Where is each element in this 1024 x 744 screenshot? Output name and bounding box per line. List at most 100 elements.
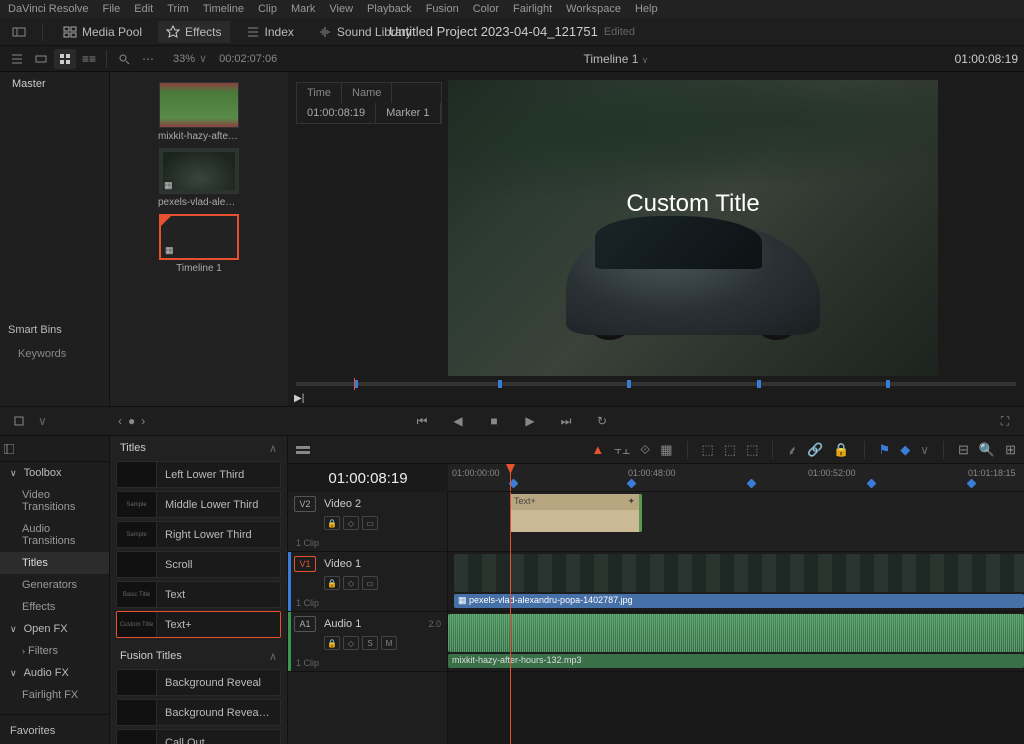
viewer-timecode[interactable]: 01:00:08:19 [955, 52, 1018, 66]
search-icon[interactable] [113, 49, 135, 69]
play-icon[interactable]: ▶ [519, 411, 541, 431]
zoom-value[interactable]: 33% [173, 53, 195, 65]
menu-app[interactable]: DaVinci Resolve [8, 3, 89, 15]
menu-file[interactable]: File [103, 3, 121, 15]
lock-track-icon[interactable]: 🔒 [324, 516, 340, 530]
title-scroll[interactable]: Scroll [116, 551, 281, 578]
clip-video-label[interactable]: ▦ pexels-vlad-alexandru-popa-1402787.jpg [454, 594, 1024, 608]
marker-dot-icon[interactable]: ● [128, 414, 135, 428]
track-lanes[interactable]: Text+✦ ▦ pexels-vlad-alexandru-popa-1402… [448, 492, 1024, 744]
timeline-ruler[interactable]: 01:00:00:00 01:00:48:00 01:00:52:00 01:0… [448, 464, 1024, 492]
title-right-lower-third[interactable]: SampleRight Lower Third [116, 521, 281, 548]
options-icon[interactable]: ⋯ [137, 49, 159, 69]
link-icon[interactable]: 🔗 [807, 442, 823, 458]
menu-workspace[interactable]: Workspace [566, 3, 621, 15]
replace-icon[interactable]: ⬚ [746, 442, 758, 458]
dynamic-trim-icon[interactable]: ⟐ [640, 442, 650, 458]
blade-tool-icon[interactable]: ▦ [660, 442, 672, 458]
effects-tab[interactable]: Effects [158, 21, 229, 43]
tree-filters[interactable]: ›Filters [0, 640, 109, 662]
menu-playback[interactable]: Playback [367, 3, 412, 15]
zoom-fit-icon[interactable]: ⊞ [1005, 442, 1016, 458]
marker-overlay[interactable]: Time Name 01:00:08:19 Marker 1 [296, 82, 442, 124]
first-frame-icon[interactable]: ⏮ [411, 411, 433, 431]
solo-icon[interactable]: S [362, 636, 378, 650]
zoom-out-icon[interactable]: ⊟ [958, 442, 969, 458]
menu-fairlight[interactable]: Fairlight [513, 3, 552, 15]
snap-icon[interactable]: ⸙ [787, 441, 797, 459]
tree-audio-transitions[interactable]: Audio Transitions [0, 518, 109, 552]
index-tab[interactable]: Index [238, 21, 302, 43]
zoom-in-icon[interactable]: 🔍 [979, 442, 995, 458]
tree-openfx[interactable]: ∨Open FX [0, 618, 109, 640]
clip-audio[interactable] [448, 614, 1024, 652]
track-header-v1[interactable]: V1Video 1 🔒◇▭ 1 Clip [288, 552, 447, 612]
next-edit-icon[interactable]: › [141, 414, 145, 428]
view-list-icon[interactable] [6, 49, 28, 69]
clip-title-label[interactable]: Text+✦ [510, 494, 642, 510]
media-pool-tab[interactable]: Media Pool [55, 21, 150, 43]
menu-timeline[interactable]: Timeline [203, 3, 244, 15]
viewer-scrubber[interactable] [296, 382, 1016, 386]
mute-video-icon[interactable]: ▭ [362, 576, 378, 590]
fusion-background-reveal-lo[interactable]: Background Reveal Lo... [116, 699, 281, 726]
tree-fairlightfx[interactable]: Fairlight FX [0, 684, 109, 706]
mute-video-icon[interactable]: ▭ [362, 516, 378, 530]
master-bin[interactable]: Master [0, 72, 109, 96]
menu-help[interactable]: Help [635, 3, 658, 15]
clip-audio-label[interactable]: mixkit-hazy-after-hours-132.mp3 [448, 654, 1024, 668]
timeline-timecode[interactable]: 01:00:08:19 [288, 464, 448, 492]
menu-fusion[interactable]: Fusion [426, 3, 459, 15]
title-text-plus[interactable]: Custom TitleText+ [116, 611, 281, 638]
loop-icon[interactable]: ↻ [591, 411, 613, 431]
tree-toolbox[interactable]: ∨Toolbox [0, 462, 109, 484]
fusion-background-reveal[interactable]: Background Reveal [116, 669, 281, 696]
track-header-v2[interactable]: V2Video 2 🔒◇▭ 1 Clip [288, 492, 447, 552]
crop-icon[interactable] [8, 411, 30, 431]
smart-bins-header[interactable]: Smart Bins [0, 318, 109, 342]
expand-icon[interactable]: ⛶ [994, 411, 1016, 431]
disable-track-icon[interactable]: ◇ [343, 636, 359, 650]
title-text[interactable]: Basic TitleText [116, 581, 281, 608]
disable-track-icon[interactable]: ◇ [343, 576, 359, 590]
tree-titles[interactable]: Titles [0, 552, 109, 574]
trim-tool-icon[interactable]: ⫟⫠ [614, 442, 630, 458]
menu-view[interactable]: View [329, 3, 353, 15]
title-left-lower-third[interactable]: Left Lower Third [116, 461, 281, 488]
panel-toggle-icon[interactable] [4, 439, 14, 459]
menu-edit[interactable]: Edit [134, 3, 153, 15]
flag-icon[interactable]: ⚑ [879, 442, 891, 458]
lock-icon[interactable]: 🔒 [833, 442, 849, 458]
viewer-frame[interactable]: Custom Title [448, 80, 938, 376]
tree-favorites[interactable]: Favorites [0, 714, 109, 742]
timeline-name[interactable]: Timeline 1 [583, 52, 638, 66]
insert-icon[interactable]: ⬚ [702, 442, 714, 458]
view-grid-icon[interactable] [54, 49, 76, 69]
menu-trim[interactable]: Trim [167, 3, 189, 15]
play-icon[interactable]: ▶| [294, 393, 304, 404]
tree-effects[interactable]: Effects [0, 596, 109, 618]
prev-edit-icon[interactable]: ‹ [118, 414, 122, 428]
arrow-tool-icon[interactable]: ▲ [591, 442, 604, 457]
last-frame-icon[interactable]: ⏭ [555, 411, 577, 431]
marker-icon[interactable]: ◆ [900, 442, 910, 458]
layout-icon[interactable] [8, 22, 30, 42]
disable-track-icon[interactable]: ◇ [343, 516, 359, 530]
pool-clip-video[interactable]: ▦ pexels-vlad-alexa... [158, 148, 240, 208]
tree-generators[interactable]: Generators [0, 574, 109, 596]
fusion-call-out[interactable]: Call Out [116, 729, 281, 744]
pool-clip-audio[interactable]: mixkit-hazy-after-... [158, 82, 240, 142]
lock-track-icon[interactable]: 🔒 [324, 636, 340, 650]
menu-mark[interactable]: Mark [291, 3, 315, 15]
tree-video-transitions[interactable]: Video Transitions [0, 484, 109, 518]
pool-timeline[interactable]: ▦ Timeline 1 [158, 214, 240, 274]
tree-audiofx[interactable]: ∨Audio FX [0, 662, 109, 684]
menu-clip[interactable]: Clip [258, 3, 277, 15]
stop-icon[interactable]: ■ [483, 411, 505, 431]
sort-icon[interactable]: ≡≡ [78, 49, 100, 69]
timeline-view-icon[interactable] [296, 444, 310, 456]
play-reverse-icon[interactable]: ◀ [447, 411, 469, 431]
mute-icon[interactable]: M [381, 636, 397, 650]
keywords-bin[interactable]: Keywords [0, 342, 109, 366]
title-middle-lower-third[interactable]: SampleMiddle Lower Third [116, 491, 281, 518]
